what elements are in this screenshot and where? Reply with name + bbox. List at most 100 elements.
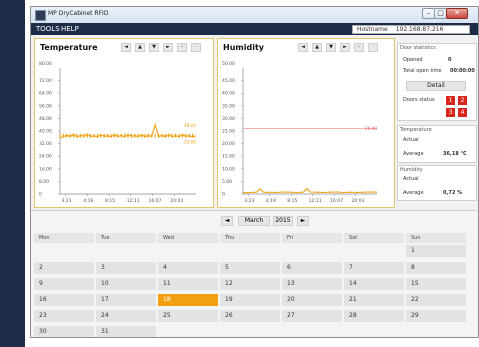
calendar-month[interactable]: March: [238, 216, 270, 226]
calendar-year[interactable]: 2015: [273, 216, 293, 226]
menu-help[interactable]: HELP: [61, 25, 79, 33]
hum-y-tick-label: 45.00: [222, 78, 235, 84]
calendar-day-9[interactable]: 9: [34, 278, 94, 290]
calendar-day-17[interactable]: 17: [96, 294, 156, 306]
hum-y-tick-label: 35.00: [222, 103, 235, 109]
temp-x-tick-label: 8:15: [105, 198, 115, 204]
hostname-field[interactable]: Hostname 192.168.87.216: [352, 25, 470, 34]
temp-scroll-right-button[interactable]: ►: [163, 43, 173, 52]
calendar-day-30[interactable]: 30: [34, 326, 94, 337]
calendar-day-12[interactable]: 12: [220, 278, 280, 290]
temp-x-tick-label: 20:03: [170, 198, 183, 204]
calendar-empty-cell: [282, 245, 342, 257]
calendar-day-5[interactable]: 5: [220, 262, 280, 274]
hum-x-tick-label: 8:15: [287, 198, 297, 204]
calendar-day-18[interactable]: 18: [158, 294, 218, 306]
temp-zoom-out-button[interactable]: -: [191, 43, 201, 52]
calendar-day-7[interactable]: 7: [344, 262, 404, 274]
hum-zoom-in-button[interactable]: +: [354, 43, 364, 52]
calendar-day-8[interactable]: 8: [406, 262, 466, 274]
temp-zoom-in-button[interactable]: +: [177, 43, 187, 52]
door-4-status[interactable]: 4: [458, 108, 467, 117]
calendar-empty-cell: [158, 245, 218, 257]
temp-y-tick-label: 32.00: [39, 141, 52, 147]
hum-y-tick-label: 10.00: [222, 166, 235, 172]
menu-tools[interactable]: TOOLS: [36, 25, 60, 33]
calendar-day-1[interactable]: 1: [406, 245, 466, 257]
hum-scroll-left-button[interactable]: ◄: [298, 43, 308, 52]
calendar-day-3[interactable]: 3: [96, 262, 156, 274]
calendar-day-27[interactable]: 27: [282, 310, 342, 322]
hum-y-tick-label: 5.00: [222, 179, 232, 185]
close-button[interactable]: ✕: [446, 8, 468, 19]
hum-zoom-out-button[interactable]: -: [368, 43, 378, 52]
temp-average-label: Average: [403, 151, 424, 157]
calendar-day-23[interactable]: 23: [34, 310, 94, 322]
calendar-day-19[interactable]: 19: [220, 294, 280, 306]
humidity-stats-header: Humidity: [400, 167, 423, 173]
total-open-time-value: 00:00:00: [450, 68, 475, 74]
calendar-day-24[interactable]: 24: [96, 310, 156, 322]
calendar-day-25[interactable]: 25: [158, 310, 218, 322]
calendar-day-28[interactable]: 28: [344, 310, 404, 322]
hum-scroll-down-button[interactable]: ▼: [326, 43, 336, 52]
temp-y-tick-label: 8.00: [39, 179, 49, 185]
temperature-chart: 80.00 72.00 64.00 56.00 48.00 40.00 32.00 24.00…: [39, 61, 196, 204]
calendar-day-31[interactable]: 31: [96, 326, 156, 337]
calendar-day-22[interactable]: 22: [406, 294, 466, 306]
calendar-day-10[interactable]: 10: [96, 278, 156, 290]
hum-scroll-right-button[interactable]: ►: [340, 43, 350, 52]
door-1-status[interactable]: 1: [446, 96, 455, 105]
calendar-empty-cell: [344, 326, 404, 337]
hum-y-tick-label: 15.00: [222, 154, 235, 160]
calendar-empty-cell: [406, 326, 466, 337]
calendar-empty-cell: [220, 326, 280, 337]
calendar-day-15[interactable]: 15: [406, 278, 466, 290]
detail-button[interactable]: Detail: [406, 81, 466, 91]
calendar-day-21[interactable]: 21: [344, 294, 404, 306]
hum-x-tick-label: 20:03: [352, 198, 365, 204]
calendar-day-11[interactable]: 11: [158, 278, 218, 290]
temp-scroll-left-button[interactable]: ◄: [121, 43, 131, 52]
hum-y-tick-label: 30.00: [222, 116, 235, 122]
doors-status-label: Doors status: [403, 97, 435, 103]
day-header-wed: Wed: [158, 233, 218, 243]
calendar-next-button[interactable]: ►: [297, 216, 309, 226]
temp-scroll-down-button[interactable]: ▼: [149, 43, 159, 52]
calendar-day-16[interactable]: 16: [34, 294, 94, 306]
hum-x-tick-label: 3:23: [244, 198, 254, 204]
humidity-panel: Humidity ◄ ▲ ▼ ► + - 50.00 45.00 40.00 35.0…: [217, 38, 395, 208]
left-edge-bar: [0, 0, 25, 347]
calendar-day-29[interactable]: 29: [406, 310, 466, 322]
door-3-status[interactable]: 3: [446, 108, 455, 117]
calendar-prev-button[interactable]: ◄: [221, 216, 233, 226]
temp-y-tick-label: 16.00: [39, 166, 52, 172]
statistics-panel: Door statistics Opened 0 x Total open ti…: [397, 43, 477, 201]
calendar-day-13[interactable]: 13: [282, 278, 342, 290]
hum-x-tick-label: 4:19: [266, 198, 276, 204]
hostname-label: Hostname: [357, 26, 388, 33]
calendar-empty-cell: [220, 245, 280, 257]
calendar-day-20[interactable]: 20: [282, 294, 342, 306]
temp-scroll-up-button[interactable]: ▲: [135, 43, 145, 52]
temp-x-tick-label: 4:19: [83, 198, 93, 204]
calendar-day-2[interactable]: 2: [34, 262, 94, 274]
calendar-empty-cell: [96, 245, 156, 257]
hum-average-label: Average: [403, 190, 424, 196]
temp-annotation: 48.00: [184, 123, 196, 128]
calendar-day-26[interactable]: 26: [220, 310, 280, 322]
hum-actual-label: Actual: [403, 176, 419, 182]
temp-x-tick-label: 12:11: [127, 198, 140, 204]
temp-annotation: 33.00: [184, 140, 196, 145]
app-window: MP DryCabinet RFID – □ ✕ TOOLS HELP Host…: [30, 6, 479, 338]
calendar-day-6[interactable]: 6: [282, 262, 342, 274]
humidity-title: Humidity: [223, 43, 264, 52]
calendar-empty-cell: [282, 326, 342, 337]
calendar-day-4[interactable]: 4: [158, 262, 218, 274]
hum-scroll-up-button[interactable]: ▲: [312, 43, 322, 52]
temperature-title: Temperature: [40, 43, 98, 52]
calendar-day-14[interactable]: 14: [344, 278, 404, 290]
temperature-stats-header: Temperature: [400, 127, 432, 133]
door-2-status[interactable]: 2: [458, 96, 467, 105]
door-statistics-box: Door statistics Opened 0 x Total open ti…: [397, 43, 477, 121]
